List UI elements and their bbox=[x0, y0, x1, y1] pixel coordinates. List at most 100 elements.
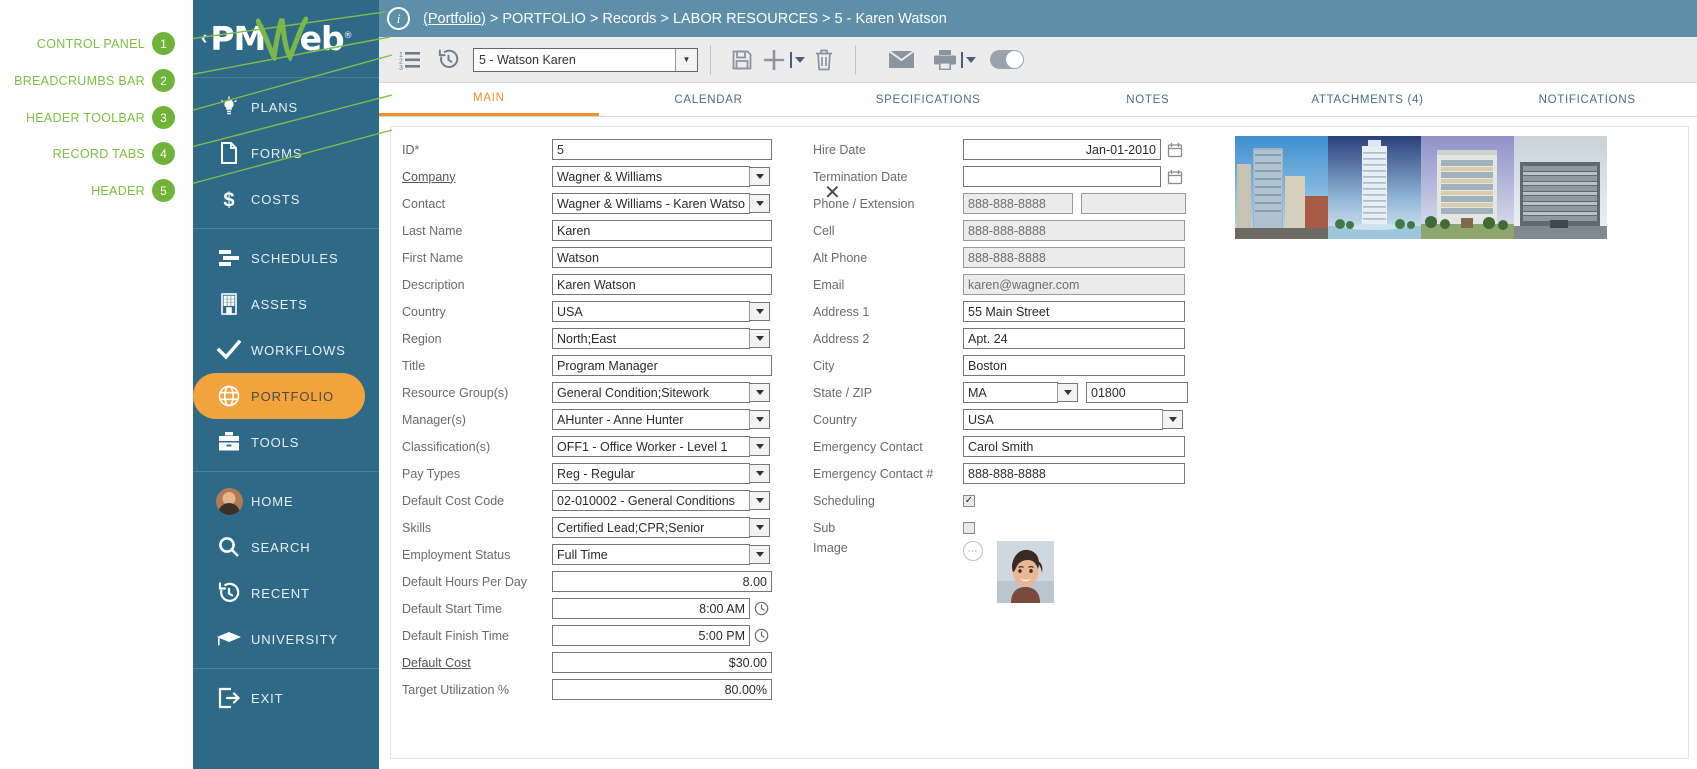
default-start-time-input[interactable]: 8:00 AM bbox=[552, 598, 750, 619]
emergency-contact-number-input[interactable]: 888-888-8888 bbox=[963, 463, 1185, 484]
chevron-down-icon[interactable] bbox=[749, 329, 770, 348]
chevron-down-icon[interactable] bbox=[749, 545, 770, 564]
zip-input[interactable]: 01800 bbox=[1086, 382, 1188, 403]
region-select[interactable]: North;East bbox=[552, 328, 750, 349]
alt-phone-input[interactable]: 888-888-8888 bbox=[963, 247, 1185, 268]
pay-types-select[interactable]: Reg - Regular bbox=[552, 463, 750, 484]
description-input[interactable]: Karen Watson bbox=[552, 274, 772, 295]
field-label: ID* bbox=[402, 143, 552, 157]
resource-groups-select[interactable]: General Condition;Sitework bbox=[552, 382, 750, 403]
tab-notifications[interactable]: NOTIFICATIONS bbox=[1477, 83, 1697, 116]
chevron-down-icon[interactable] bbox=[749, 302, 770, 321]
add-button-group[interactable] bbox=[761, 42, 805, 78]
chevron-down-icon[interactable] bbox=[749, 518, 770, 537]
close-x-icon[interactable]: ✕ bbox=[824, 180, 841, 205]
sidebar-item-recent[interactable]: RECENT bbox=[193, 570, 379, 616]
emergency-contact-input[interactable]: Carol Smith bbox=[963, 436, 1185, 457]
chevron-down-icon[interactable] bbox=[749, 167, 770, 186]
sidebar-item-plans[interactable]: PLANS bbox=[193, 84, 379, 130]
company-select[interactable]: Wagner & Williams bbox=[552, 166, 750, 187]
chevron-down-icon[interactable] bbox=[966, 57, 976, 63]
numbered-list-icon[interactable]: 123 bbox=[391, 42, 429, 78]
clock-icon[interactable] bbox=[754, 628, 769, 643]
clock-icon[interactable] bbox=[754, 601, 769, 616]
employment-status-select[interactable]: Full Time bbox=[552, 544, 750, 565]
country-select-right[interactable]: USA bbox=[963, 409, 1163, 430]
history-clock-icon[interactable] bbox=[429, 42, 467, 78]
city-input[interactable]: Boston bbox=[963, 355, 1185, 376]
scheduling-checkbox[interactable]: ✓ bbox=[963, 495, 975, 507]
phone-input[interactable]: 888-888-8888 bbox=[963, 193, 1073, 214]
cell-input[interactable]: 888-888-8888 bbox=[963, 220, 1185, 241]
id-input[interactable]: 5 bbox=[552, 139, 772, 160]
state-select[interactable]: MA bbox=[963, 382, 1058, 403]
contact-select[interactable]: Wagner & Williams - Karen Watson bbox=[552, 193, 750, 214]
building-thumb-2[interactable] bbox=[1328, 136, 1421, 239]
hire-date-input[interactable]: Jan-01-2010 bbox=[963, 139, 1161, 160]
extension-input[interactable] bbox=[1081, 193, 1186, 214]
sidebar-item-university[interactable]: UNIVERSITY bbox=[193, 616, 379, 662]
chevron-down-icon[interactable] bbox=[749, 194, 770, 213]
record-selector[interactable]: 5 - Watson Karen ▼ bbox=[473, 48, 698, 72]
breadcrumb-root-link[interactable]: (Portfolio) bbox=[423, 11, 486, 27]
email-input[interactable]: karen@wagner.com bbox=[963, 274, 1185, 295]
chevron-down-icon[interactable] bbox=[749, 464, 770, 483]
chevron-down-icon[interactable] bbox=[749, 491, 770, 510]
chevron-left-icon[interactable]: ‹ bbox=[201, 28, 207, 50]
default-cost-code-select[interactable]: 02-010002 - General Conditions bbox=[552, 490, 750, 511]
chevron-down-icon[interactable] bbox=[1162, 410, 1183, 429]
default-finish-time-input[interactable]: 5:00 PM bbox=[552, 625, 750, 646]
chevron-down-icon[interactable]: ▼ bbox=[675, 49, 697, 71]
sub-checkbox[interactable] bbox=[963, 522, 975, 534]
tab-attachments[interactable]: ATTACHMENTS (4) bbox=[1258, 83, 1478, 116]
chevron-down-icon[interactable] bbox=[1057, 383, 1078, 402]
building-thumb-4[interactable] bbox=[1514, 136, 1607, 239]
calendar-icon[interactable] bbox=[1167, 169, 1183, 185]
termination-date-input[interactable] bbox=[963, 166, 1161, 187]
tab-specifications[interactable]: SPECIFICATIONS bbox=[818, 83, 1038, 116]
first-name-input[interactable]: Watson bbox=[552, 247, 772, 268]
trash-icon[interactable] bbox=[805, 42, 843, 78]
sidebar-item-search[interactable]: SEARCH bbox=[193, 524, 379, 570]
classifications-select[interactable]: OFF1 - Office Worker - Level 1 bbox=[552, 436, 750, 457]
tab-calendar[interactable]: CALENDAR bbox=[599, 83, 819, 116]
sidebar-item-forms[interactable]: FORMS bbox=[193, 130, 379, 176]
building-thumb-1[interactable] bbox=[1235, 136, 1328, 239]
sidebar-item-schedules[interactable]: SCHEDULES bbox=[193, 235, 379, 281]
sidebar-item-costs[interactable]: $ COSTS bbox=[193, 176, 379, 222]
ellipsis-button[interactable]: ⋯ bbox=[963, 541, 983, 561]
info-circle-icon[interactable]: i bbox=[387, 7, 410, 30]
sidebar-item-exit[interactable]: EXIT bbox=[193, 675, 379, 721]
default-cost-input[interactable]: $30.00 bbox=[552, 652, 772, 673]
sidebar-item-tools[interactable]: TOOLS bbox=[193, 419, 379, 465]
tab-notes[interactable]: NOTES bbox=[1038, 83, 1258, 116]
chevron-down-icon[interactable] bbox=[749, 410, 770, 429]
managers-select[interactable]: AHunter - Anne Hunter bbox=[552, 409, 750, 430]
country-select[interactable]: USA bbox=[552, 301, 750, 322]
sidebar-item-workflows[interactable]: WORKFLOWS bbox=[193, 327, 379, 373]
title-input[interactable]: Program Manager bbox=[552, 355, 772, 376]
toggle-thumb[interactable] bbox=[990, 50, 1024, 69]
calendar-icon[interactable] bbox=[1167, 142, 1183, 158]
print-button-group[interactable] bbox=[932, 42, 976, 78]
last-name-input[interactable]: Karen bbox=[552, 220, 772, 241]
toggle-switch[interactable] bbox=[990, 42, 1024, 78]
sidebar-item-portfolio[interactable]: PORTFOLIO bbox=[193, 373, 365, 419]
chevron-down-icon[interactable] bbox=[795, 57, 805, 63]
sidebar-item-assets[interactable]: ASSETS bbox=[193, 281, 379, 327]
chevron-down-icon[interactable] bbox=[749, 437, 770, 456]
field-label[interactable]: Company bbox=[402, 170, 552, 184]
chevron-down-icon[interactable] bbox=[749, 383, 770, 402]
save-floppy-icon[interactable] bbox=[723, 42, 761, 78]
default-hours-input[interactable]: 8.00 bbox=[552, 571, 772, 592]
tab-main[interactable]: MAIN bbox=[379, 83, 599, 116]
address-2-input[interactable]: Apt. 24 bbox=[963, 328, 1185, 349]
building-thumb-3[interactable] bbox=[1421, 136, 1514, 239]
logo-area[interactable]: ‹ PMWeb® bbox=[193, 0, 379, 78]
sidebar-item-home[interactable]: HOME bbox=[193, 478, 379, 524]
envelope-icon[interactable] bbox=[882, 42, 920, 78]
address-1-input[interactable]: 55 Main Street bbox=[963, 301, 1185, 322]
target-utilization-input[interactable]: 80.00% bbox=[552, 679, 772, 700]
field-label[interactable]: Default Cost bbox=[402, 656, 552, 670]
skills-select[interactable]: Certified Lead;CPR;Senior bbox=[552, 517, 750, 538]
